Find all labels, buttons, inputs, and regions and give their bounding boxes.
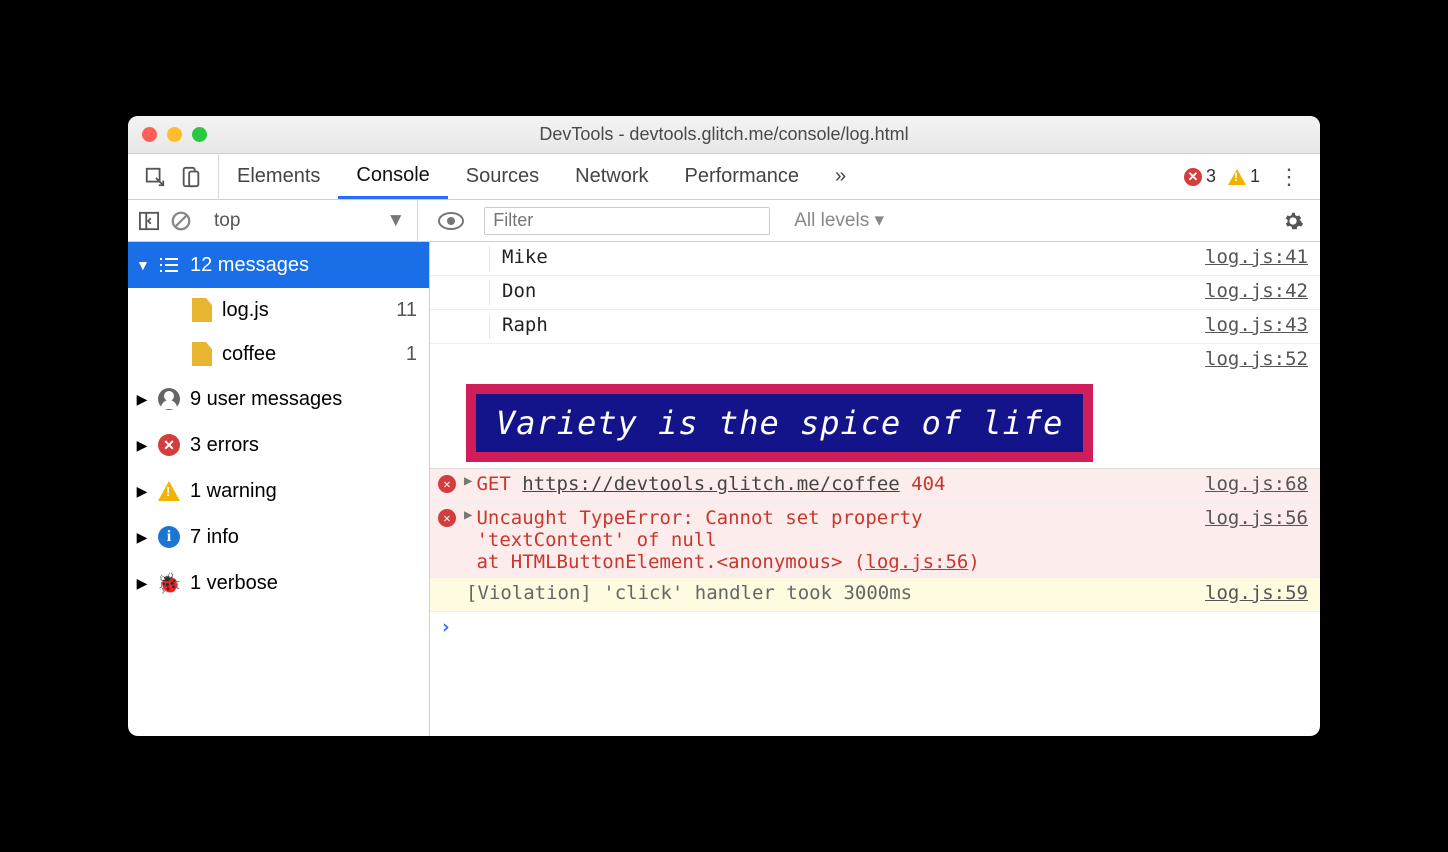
console-toolbar: top ▼ All levels ▾	[128, 200, 1320, 242]
warning-icon	[1228, 169, 1246, 185]
log-levels-select[interactable]: All levels ▾	[780, 209, 898, 232]
file-icon	[192, 298, 212, 322]
sidebar-info[interactable]: ▶ i 7 info	[128, 514, 429, 560]
chevron-right-icon: ▶	[136, 391, 148, 408]
file-icon	[192, 342, 212, 366]
source-link[interactable]: log.js:59	[1195, 582, 1308, 604]
log-row[interactable]: Don log.js:42	[430, 276, 1320, 310]
close-icon[interactable]	[142, 127, 157, 142]
info-icon: i	[158, 526, 180, 548]
styled-log-message: Variety is the spice of life	[466, 384, 1093, 462]
error-icon: ✕	[438, 509, 456, 527]
window-title: DevTools - devtools.glitch.me/console/lo…	[128, 124, 1320, 145]
settings-icon[interactable]	[1266, 210, 1320, 232]
error-icon: ✕	[1184, 168, 1202, 186]
request-url[interactable]: https://devtools.glitch.me/coffee	[522, 473, 900, 495]
bug-icon: 🐞	[158, 572, 180, 594]
log-row[interactable]: Mike log.js:41	[430, 242, 1320, 276]
chevron-right-icon: ▶	[136, 437, 148, 454]
source-link[interactable]: log.js:41	[1195, 246, 1308, 268]
traffic-lights	[142, 127, 207, 142]
devtools-tab-bar: Elements Console Sources Network Perform…	[128, 154, 1320, 200]
source-link[interactable]: log.js:42	[1195, 280, 1308, 302]
verbose-row[interactable]: [Violation] 'click' handler took 3000ms …	[430, 578, 1320, 612]
prompt-caret-icon: ›	[430, 616, 451, 638]
error-row[interactable]: ✕ ▶ Uncaught TypeError: Cannot set prope…	[430, 503, 1320, 578]
tab-network[interactable]: Network	[557, 154, 666, 199]
sidebar-file-coffee[interactable]: coffee 1	[128, 332, 429, 376]
inspect-icon[interactable]	[144, 166, 166, 188]
error-count-badge[interactable]: ✕ 3	[1184, 166, 1216, 187]
warning-count-badge[interactable]: 1	[1228, 166, 1260, 187]
toggle-sidebar-icon[interactable]	[138, 211, 160, 231]
styled-log-row[interactable]: Variety is the spice of life	[430, 378, 1320, 469]
list-icon	[158, 256, 180, 274]
zoom-icon[interactable]	[192, 127, 207, 142]
console-output: Mike log.js:41 Don log.js:42 Raph log.js…	[430, 242, 1320, 736]
console-sidebar: ▼ 12 messages log.js 11 coffee 1 ▶ 9 use…	[128, 242, 430, 736]
tab-performance[interactable]: Performance	[667, 154, 818, 199]
device-toggle-icon[interactable]	[180, 166, 202, 188]
log-row[interactable]: Raph log.js:43	[430, 310, 1320, 344]
source-link[interactable]: log.js:43	[1195, 314, 1308, 336]
source-link[interactable]: log.js:52	[1195, 348, 1308, 370]
error-icon: ✕	[438, 475, 456, 493]
log-row[interactable]: log.js:52	[430, 344, 1320, 378]
chevron-right-icon: ▶	[136, 529, 148, 546]
chevron-right-icon[interactable]: ▶	[464, 473, 472, 489]
chevron-right-icon[interactable]: ▶	[464, 507, 472, 523]
chevron-down-icon: ▼	[386, 210, 405, 232]
source-link[interactable]: log.js:68	[1195, 473, 1308, 495]
live-expression-icon[interactable]	[428, 211, 474, 231]
sidebar-file-logjs[interactable]: log.js 11	[128, 288, 429, 332]
error-icon: ✕	[158, 434, 180, 456]
clear-console-icon[interactable]	[170, 210, 192, 232]
tabs-overflow[interactable]: »	[817, 154, 864, 199]
sidebar-verbose[interactable]: ▶ 🐞 1 verbose	[128, 560, 429, 606]
titlebar: DevTools - devtools.glitch.me/console/lo…	[128, 116, 1320, 154]
sidebar-warnings[interactable]: ▶ 1 warning	[128, 468, 429, 514]
more-menu-icon[interactable]: ⋮	[1272, 164, 1306, 190]
error-row[interactable]: ✕ ▶ GET https://devtools.glitch.me/coffe…	[430, 469, 1320, 503]
context-selector[interactable]: top ▼	[202, 200, 418, 241]
source-link[interactable]: log.js:56	[1195, 507, 1308, 529]
sidebar-messages-label: 12 messages	[190, 254, 309, 277]
tab-sources[interactable]: Sources	[448, 154, 557, 199]
sidebar-messages-group[interactable]: ▼ 12 messages	[128, 242, 429, 288]
chevron-right-icon: ▶	[136, 483, 148, 500]
source-link[interactable]: log.js:56	[865, 551, 968, 573]
chevron-down-icon: ▼	[136, 257, 148, 273]
sidebar-errors[interactable]: ▶ ✕ 3 errors	[128, 422, 429, 468]
tab-console[interactable]: Console	[338, 154, 447, 199]
warning-icon	[158, 481, 180, 501]
devtools-window: DevTools - devtools.glitch.me/console/lo…	[128, 116, 1320, 736]
console-prompt[interactable]: ›	[430, 612, 1320, 646]
minimize-icon[interactable]	[167, 127, 182, 142]
sidebar-user-messages[interactable]: ▶ 9 user messages	[128, 376, 429, 422]
user-icon	[158, 388, 180, 410]
filter-input[interactable]	[484, 207, 770, 235]
context-label: top	[214, 210, 240, 232]
chevron-right-icon: ▶	[136, 575, 148, 592]
tab-elements[interactable]: Elements	[219, 154, 338, 199]
